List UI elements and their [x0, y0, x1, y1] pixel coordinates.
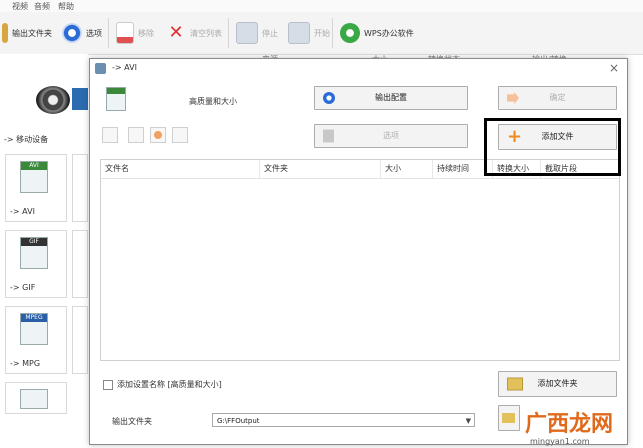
options-dialog-label: 选项	[383, 131, 399, 140]
options-doc-icon	[323, 129, 334, 143]
convert-dialog: -> AVI × 高质量和大小 输出配置 确定 选项 + 添加文件 文件名 文件…	[89, 58, 628, 445]
menu-audio[interactable]: 音频	[34, 1, 50, 12]
format-tile-partial[interactable]	[72, 230, 88, 298]
format-sidebar: -> 移动设备 AVI -> AVI GIF -> GIF MPEG -> MP…	[0, 54, 88, 448]
ok-arrow-icon	[507, 92, 519, 104]
ok-label: 确定	[549, 93, 566, 102]
close-icon[interactable]: ×	[609, 61, 619, 75]
menu-video[interactable]: 视频	[12, 1, 28, 12]
output-path-value: G:\FFOutput	[217, 417, 260, 425]
app-icon	[95, 63, 106, 74]
move-down-button[interactable]	[128, 127, 144, 143]
stop-button[interactable]: 停止	[236, 20, 278, 46]
highlight-box	[484, 118, 621, 176]
format-tile-gif[interactable]: GIF -> GIF	[5, 230, 67, 298]
watermark-url: mingyan1.com	[530, 437, 590, 446]
file-icon	[20, 389, 48, 409]
format-tile-partial[interactable]	[72, 306, 88, 374]
folder-icon	[502, 413, 515, 423]
gear-icon	[154, 131, 162, 139]
wps-icon	[340, 23, 360, 43]
wps-button[interactable]: WPS办公软件	[340, 20, 414, 46]
output-config-label: 输出配置	[375, 93, 407, 102]
quality-label: 高质量和大小	[189, 97, 237, 106]
mobile-device-icon	[72, 88, 88, 110]
watermark-text: 广西龙网	[525, 412, 614, 437]
settings-button[interactable]	[150, 127, 166, 143]
save-setting-row[interactable]: 添加设置名称 [高质量和大小]	[103, 379, 222, 390]
folder-icon	[2, 23, 8, 43]
output-folder-label: 输出文件夹	[112, 417, 152, 426]
config-icon	[323, 92, 335, 104]
start-button[interactable]: 开始	[288, 20, 330, 46]
main-toolbar: 输出文件夹 选项 移除 ✕ 清空列表 停止 开始 WPS办公软件	[0, 12, 643, 55]
info-button[interactable]	[172, 127, 188, 143]
output-folder-button[interactable]: 输出文件夹	[2, 20, 52, 46]
dialog-title: -> AVI	[112, 63, 137, 72]
options-icon	[62, 23, 82, 43]
avi-label: -> AVI	[10, 207, 35, 216]
move-up-button[interactable]	[102, 127, 118, 143]
format-tile-avi[interactable]: AVI -> AVI	[5, 154, 67, 222]
wps-label: WPS办公软件	[364, 28, 414, 38]
output-folder-label: 输出文件夹	[12, 28, 52, 38]
format-tile-partial[interactable]	[72, 154, 88, 222]
avi-file-icon: AVI	[20, 161, 48, 193]
folder-plus-icon	[507, 377, 523, 391]
save-setting-checkbox[interactable]	[103, 379, 113, 390]
output-config-button[interactable]: 输出配置	[314, 86, 468, 110]
toolbar-separator	[332, 18, 333, 48]
toolbar-separator	[108, 18, 109, 48]
add-folder-button[interactable]: 添加文件夹	[498, 371, 617, 397]
remove-button[interactable]: 移除	[116, 20, 154, 46]
mpg-tag: MPEG	[21, 314, 47, 322]
stop-label: 停止	[262, 28, 278, 38]
ok-button[interactable]: 确定	[498, 86, 617, 110]
file-list-table[interactable]: 文件名 文件夹 大小 持续时间 转换大小 截取片段	[100, 159, 620, 361]
remove-icon	[116, 22, 134, 44]
menu-help[interactable]: 帮助	[58, 1, 74, 12]
options-dialog-button[interactable]: 选项	[314, 124, 468, 148]
menu-bar: 视频 音频 帮助	[0, 0, 643, 12]
clear-x-icon: ✕	[168, 22, 184, 43]
clear-list-button[interactable]: ✕ 清空列表	[166, 20, 222, 46]
start-label: 开始	[314, 28, 330, 38]
gif-tag: GIF	[21, 238, 47, 246]
avi-tag: AVI	[21, 162, 47, 170]
mobile-device-label[interactable]: -> 移动设备	[4, 134, 48, 145]
clear-list-label: 清空列表	[190, 28, 222, 38]
gif-label: -> GIF	[10, 283, 36, 292]
film-reel-icon	[36, 86, 70, 114]
options-button[interactable]: 选项	[62, 20, 102, 46]
avi-format-icon	[106, 87, 126, 111]
add-folder-label: 添加文件夹	[537, 379, 578, 388]
save-setting-label: 添加设置名称 [高质量和大小]	[117, 380, 222, 389]
gif-file-icon: GIF	[20, 237, 48, 269]
options-label: 选项	[86, 28, 102, 38]
mpg-label: -> MPG	[10, 359, 41, 368]
col-size[interactable]: 大小	[381, 160, 433, 178]
mpg-file-icon: MPEG	[20, 313, 48, 345]
col-folder[interactable]: 文件夹	[260, 160, 381, 178]
dialog-titlebar: -> AVI ×	[90, 59, 627, 79]
start-icon	[288, 22, 310, 44]
output-folder-select[interactable]: G:\FFOutput ▼	[212, 413, 475, 427]
chevron-down-icon: ▼	[465, 417, 471, 425]
format-tile-mpg[interactable]: MPEG -> MPG	[5, 306, 67, 374]
col-filename[interactable]: 文件名	[101, 160, 260, 178]
browse-folder-button[interactable]	[498, 405, 520, 431]
stop-icon	[236, 22, 258, 44]
toolbar-separator	[228, 18, 229, 48]
format-tile-more[interactable]	[5, 382, 67, 414]
remove-label: 移除	[138, 28, 154, 38]
